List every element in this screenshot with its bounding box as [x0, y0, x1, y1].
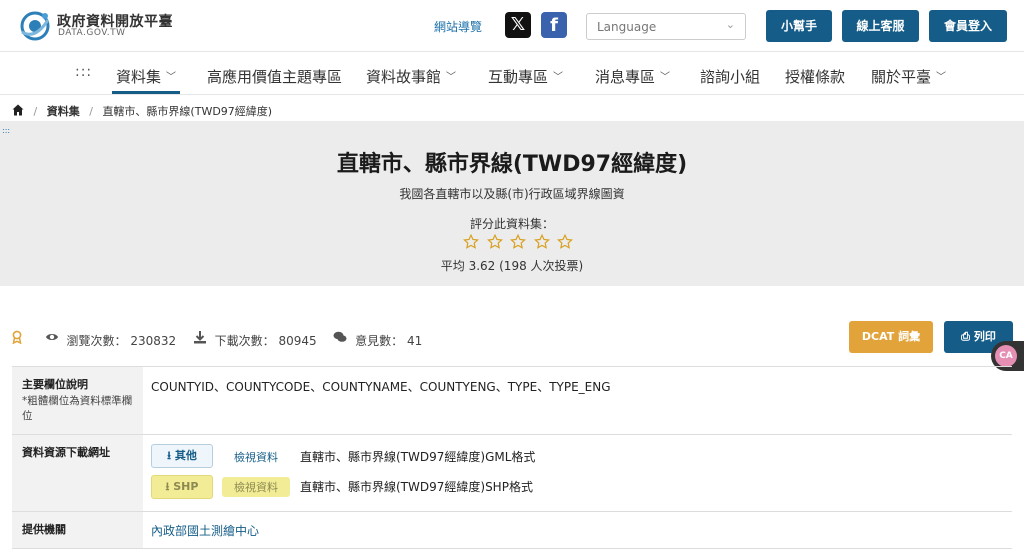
chevron-down-icon: ⌄: [725, 18, 735, 31]
star-icon[interactable]: [557, 234, 574, 250]
download-icon: ⭳: [167, 449, 171, 462]
nav-item-advisory[interactable]: 諮詢小組: [700, 66, 760, 87]
language-select[interactable]: Language ⌄: [586, 13, 746, 40]
chevron-down-icon: ﹀: [553, 72, 564, 83]
nav-item-license[interactable]: 授權條款: [785, 66, 845, 87]
star-rating[interactable]: [463, 234, 576, 250]
row-label: 提供機關: [12, 512, 143, 548]
downloads-label: 下載次數：: [214, 334, 275, 348]
site-logo-icon[interactable]: [18, 10, 52, 42]
comments-label: 意見數：: [355, 334, 404, 348]
breadcrumb-datasets[interactable]: 資料集: [47, 105, 80, 118]
nav-label: 消息專區: [595, 68, 656, 86]
chevron-down-icon: ﹀: [446, 72, 457, 83]
views-label: 瀏覽次數：: [66, 334, 127, 348]
fields-note: *粗體欄位為資料標準欄位: [22, 395, 133, 422]
nav-label: 授權條款: [785, 68, 846, 86]
top-header: 政府資料開放平臺 DATA.GOV.TW 網站導覽 𝕏 f Language ⌄…: [0, 0, 1024, 52]
download-label: 資料資源下載網址: [22, 446, 110, 459]
site-subtitle: DATA.GOV.TW: [58, 28, 126, 38]
online-service-button[interactable]: 線上客服: [842, 10, 919, 42]
assistant-avatar-icon: CA: [995, 345, 1017, 367]
breadcrumb: / 資料集 / 直轄市、縣市界線(TWD97經緯度): [12, 103, 272, 119]
content-accesskey[interactable]: :::: [2, 126, 10, 135]
nav-active-indicator: [112, 91, 180, 94]
nav-label: 高應用價值主題專區: [207, 68, 343, 86]
eye-icon: [45, 334, 58, 340]
award-icon: [12, 330, 22, 345]
breadcrumb-current: 直轄市、縣市界線(TWD97經緯度): [102, 105, 273, 118]
dataset-stats: 瀏覽次數： 230832 下載次數： 80945 意見數： 41: [10, 330, 422, 349]
nav-item-interactive[interactable]: 互動專區 ﹀: [488, 66, 563, 87]
download-other-button[interactable]: ⭳ 其他: [151, 444, 213, 468]
view-data-link[interactable]: 檢視資料: [222, 477, 290, 497]
helper-button[interactable]: 小幫手: [766, 10, 832, 42]
views-count: 230832: [130, 333, 177, 348]
comments-count: 41: [406, 333, 423, 348]
dataset-description: 我國各直轄市以及縣(市)行政區域界線圖資: [399, 187, 625, 201]
agency-label: 提供機關: [22, 523, 66, 536]
print-label: 列印: [973, 330, 996, 343]
nav-label: 互動專區: [488, 68, 549, 86]
download-shp-button[interactable]: ⭳ SHP: [151, 475, 213, 499]
page-title: 直轄市、縣市界線(TWD97經緯度): [336, 152, 688, 177]
resource-name: 直轄市、縣市界線(TWD97經緯度)GML格式: [300, 450, 536, 464]
dataset-hero: 直轄市、縣市界線(TWD97經緯度) 我國各直轄市以及縣(市)行政區域界線圖資 …: [0, 121, 1024, 286]
fields-value: COUNTYID、COUNTYCODE、COUNTYNAME、COUNTYENG…: [151, 380, 611, 394]
chevron-down-icon: ﹀: [660, 72, 671, 83]
fields-label: 主要欄位說明: [22, 378, 88, 391]
row-label: 資料資源下載網址: [12, 435, 143, 511]
nav-item-datasets[interactable]: 資料集 ﹀: [116, 66, 176, 87]
resource-name: 直轄市、縣市界線(TWD97經緯度)SHP格式: [300, 480, 533, 494]
dataset-info-table: 主要欄位說明 *粗體欄位為資料標準欄位 COUNTYID、COUNTYCODE、…: [12, 366, 1012, 549]
agency-link[interactable]: 內政部國土測繪中心: [151, 524, 259, 538]
view-data-link[interactable]: 檢視資料: [234, 449, 278, 465]
nav-item-news[interactable]: 消息專區 ﹀: [595, 66, 670, 87]
printer-icon: ⎙: [961, 330, 970, 343]
format-label: 其他: [174, 449, 197, 462]
star-icon[interactable]: [463, 234, 479, 250]
table-row: 資料資源下載網址 ⭳ 其他 檢視資料 直轄市、縣市界線(TWD97經緯度)GML…: [12, 435, 1012, 512]
downloads-count: 80945: [278, 333, 317, 348]
format-label: SHP: [173, 480, 199, 493]
breadcrumb-separator: /: [89, 105, 93, 118]
language-placeholder: Language: [597, 20, 657, 34]
login-button[interactable]: 會員登入: [929, 10, 1007, 42]
x-icon[interactable]: 𝕏: [505, 12, 531, 38]
chevron-down-icon: ﹀: [936, 72, 947, 83]
sitemap-link[interactable]: 網站導覽: [434, 18, 482, 35]
comments-icon: [333, 331, 347, 342]
download-icon: ⭳: [165, 480, 170, 493]
table-row: 主要欄位說明 *粗體欄位為資料標準欄位 COUNTYID、COUNTYCODE、…: [12, 367, 1012, 435]
rate-prompt: 評分此資料集：: [469, 217, 554, 231]
nav-label: 諮詢小組: [700, 68, 761, 86]
star-icon[interactable]: [486, 234, 503, 250]
nav-item-stories[interactable]: 資料故事館 ﹀: [366, 66, 456, 87]
main-nav: ::: 資料集 ﹀ 高應用價值主題專區 資料故事館 ﹀ 互動專區 ﹀ 消息專區 ﹀ 諮詢…: [0, 53, 1024, 95]
star-icon[interactable]: [510, 234, 527, 250]
table-row: 提供機關 內政部國土測繪中心: [12, 512, 1012, 549]
row-label: 主要欄位說明 *粗體欄位為資料標準欄位: [12, 367, 143, 434]
nav-label: 資料故事館: [366, 68, 442, 86]
download-icon: [193, 331, 206, 344]
breadcrumb-separator: /: [33, 105, 38, 118]
dcat-vocabulary-button[interactable]: DCAT 詞彙: [849, 321, 933, 353]
nav-item-high-value[interactable]: 高應用價值主題專區: [207, 66, 342, 87]
nav-item-about[interactable]: 關於平臺 ﹀: [871, 66, 946, 87]
star-icon[interactable]: [533, 234, 550, 250]
nav-label: 關於平臺: [871, 68, 932, 86]
nav-accesskey[interactable]: :::: [75, 64, 92, 80]
rating-average: 平均 3.62 (198 人次投票): [440, 259, 584, 273]
nav-label: 資料集: [116, 68, 162, 86]
facebook-icon[interactable]: f: [541, 12, 567, 38]
chevron-down-icon: ﹀: [166, 72, 177, 83]
home-icon[interactable]: [12, 104, 24, 116]
